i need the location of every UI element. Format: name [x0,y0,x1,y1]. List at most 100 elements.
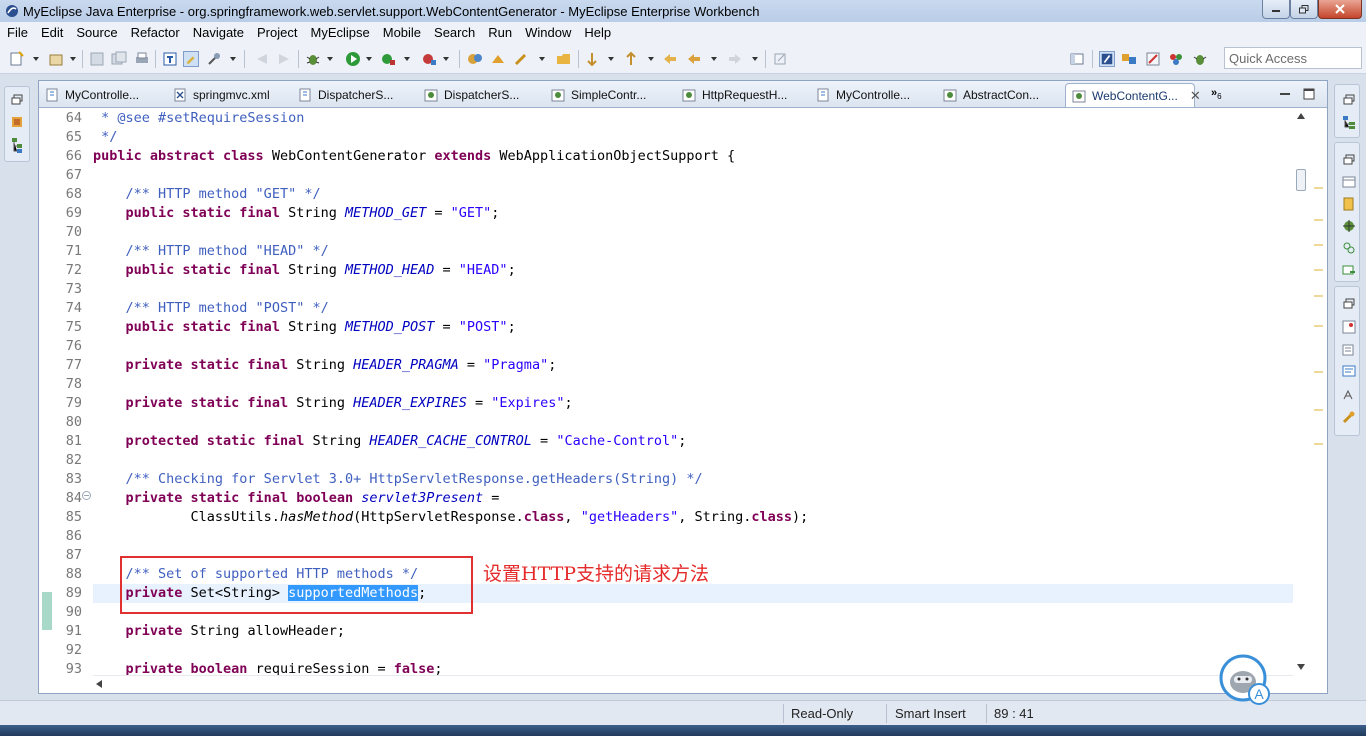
next-edit-icon[interactable] [584,51,600,67]
new-icon[interactable] [9,51,25,67]
tab-dispatcherservlet-1[interactable]: DispatcherS... [298,83,393,107]
tab-abstractcontroller[interactable]: AbstractCon... [943,83,1039,107]
assistant-mascot-icon[interactable]: A [1219,654,1271,706]
web-tools-icon[interactable] [1342,410,1356,424]
tab-httprequesthandler[interactable]: HttpRequestH... [682,83,787,107]
menu-file[interactable]: File [0,25,34,40]
problems-icon[interactable] [1342,175,1356,189]
palette-icon[interactable] [1342,365,1356,379]
restore-view-icon[interactable] [1343,298,1355,310]
console-icon[interactable] [1342,241,1356,255]
scroll-left-icon[interactable] [96,680,102,688]
restore-view-icon[interactable] [1343,94,1355,106]
menu-source[interactable]: Source [69,25,123,40]
vertical-scrollbar[interactable] [1293,109,1309,679]
code-line[interactable]: * @see #setRequireSession [93,109,304,128]
properties-icon[interactable] [1342,343,1356,357]
save-all-icon[interactable] [111,51,127,67]
prev-annotation-icon[interactable] [254,51,270,67]
progress-icon[interactable] [1342,263,1356,277]
code-line[interactable]: */ [93,128,117,147]
code-line[interactable]: public abstract class WebContentGenerato… [93,147,735,166]
package-explorer-icon[interactable] [10,115,24,129]
tab-mycontroller-2[interactable]: MyControlle... [816,83,910,107]
menu-help[interactable]: Help [577,25,617,40]
code-line[interactable]: ClassUtils.hasMethod(HttpServletResponse… [93,508,809,527]
code-line[interactable]: /** HTTP method "HEAD" */ [93,242,329,261]
prev-edit-icon[interactable] [623,51,639,67]
code-line[interactable]: /** HTTP method "GET" */ [93,185,321,204]
restore-button[interactable] [1290,0,1318,19]
pin-editor-icon[interactable] [772,51,788,67]
deploy-icon[interactable] [490,51,506,67]
menu-project[interactable]: Project [250,25,303,40]
overview-ruler[interactable] [1311,109,1327,679]
forward-icon[interactable] [727,51,743,67]
tab-webcontentgenerator[interactable]: WebContentG... ✕ [1065,83,1201,107]
run-external-icon[interactable] [380,51,396,67]
print-icon[interactable] [134,51,150,67]
maximize-view-icon[interactable] [1303,88,1315,100]
menu-mobile[interactable]: Mobile [376,25,427,40]
menu-refactor[interactable]: Refactor [124,25,186,40]
code-line[interactable]: private static final String HEADER_EXPIR… [93,394,573,413]
code-line[interactable]: protected static final String HEADER_CAC… [93,432,687,451]
new-package-icon[interactable] [48,51,64,67]
image-preview-icon[interactable] [1342,320,1356,334]
wand-icon[interactable] [513,51,529,67]
tab-mycontroller-1[interactable]: MyControlle... [45,83,139,107]
debug-perspective-icon[interactable] [1192,51,1208,67]
tab-simplecontroller[interactable]: SimpleContr... [551,83,646,107]
menu-myeclipse[interactable]: MyEclipse [303,25,375,40]
outline-icon[interactable] [1342,115,1356,129]
database-perspective-icon[interactable] [1145,51,1161,67]
scroll-down-icon[interactable] [1297,664,1305,670]
server-icon[interactable] [421,51,437,67]
scroll-up-icon[interactable] [1297,113,1305,119]
close-tab-icon[interactable]: ✕ [1190,88,1201,104]
next-annotation-icon[interactable] [276,51,292,67]
last-edit-location-icon[interactable] [662,51,678,67]
code-line[interactable]: private String allowHeader; [93,622,345,641]
code-line[interactable]: private static final boolean servlet3Pre… [93,489,500,508]
menu-run[interactable]: Run [481,25,518,40]
menu-edit[interactable]: Edit [34,25,69,40]
tab-springmvc-xml[interactable]: springmvc.xml [173,83,270,107]
open-type-icon[interactable] [162,51,178,67]
minimize-view-icon[interactable] [1279,90,1291,98]
restore-view-icon[interactable] [1343,154,1355,166]
close-window-button[interactable] [1318,0,1362,19]
servers-icon[interactable] [1342,219,1356,233]
tab-overflow-button[interactable]: »6 [1211,87,1222,101]
java-perspective-icon[interactable] [1099,51,1115,67]
tab-dispatcherservlet-2[interactable]: DispatcherS... [424,83,519,107]
myeclipse-perspective-icon[interactable] [1121,51,1137,67]
horizontal-scrollbar[interactable] [93,675,1293,691]
snippets-icon[interactable] [1342,388,1356,402]
code-line[interactable]: /** Checking for Servlet 3.0+ HttpServle… [93,470,703,489]
tasks-icon[interactable] [1342,197,1356,211]
minimize-button[interactable] [1262,0,1290,19]
menu-search[interactable]: Search [427,25,481,40]
quick-access-input[interactable]: Quick Access [1224,47,1362,69]
new-web-project-icon[interactable] [467,51,483,67]
run-icon[interactable] [345,51,361,67]
team-perspective-icon[interactable] [1168,51,1184,67]
code-line[interactable]: public static final String METHOD_POST =… [93,318,516,337]
open-perspective-icon[interactable] [1069,51,1085,67]
debug-icon[interactable] [305,51,321,67]
menu-window[interactable]: Window [518,25,577,40]
code-line[interactable]: private static final String HEADER_PRAGM… [93,356,557,375]
open-folder-icon[interactable] [556,51,572,67]
search-tool-icon[interactable] [206,51,222,67]
back-icon[interactable] [686,51,702,67]
code-line[interactable]: public static final String METHOD_HEAD =… [93,261,516,280]
code-line[interactable]: public static final String METHOD_GET = … [93,204,500,223]
fold-collapse-icon[interactable]: − [82,491,91,500]
code-line[interactable]: /** HTTP method "POST" */ [93,299,329,318]
toggle-mark-occurrences-icon[interactable] [183,51,199,67]
hierarchy-icon[interactable] [10,137,24,153]
save-icon[interactable] [89,51,105,67]
menu-navigate[interactable]: Navigate [186,25,250,40]
scroll-thumb[interactable] [1296,169,1306,191]
